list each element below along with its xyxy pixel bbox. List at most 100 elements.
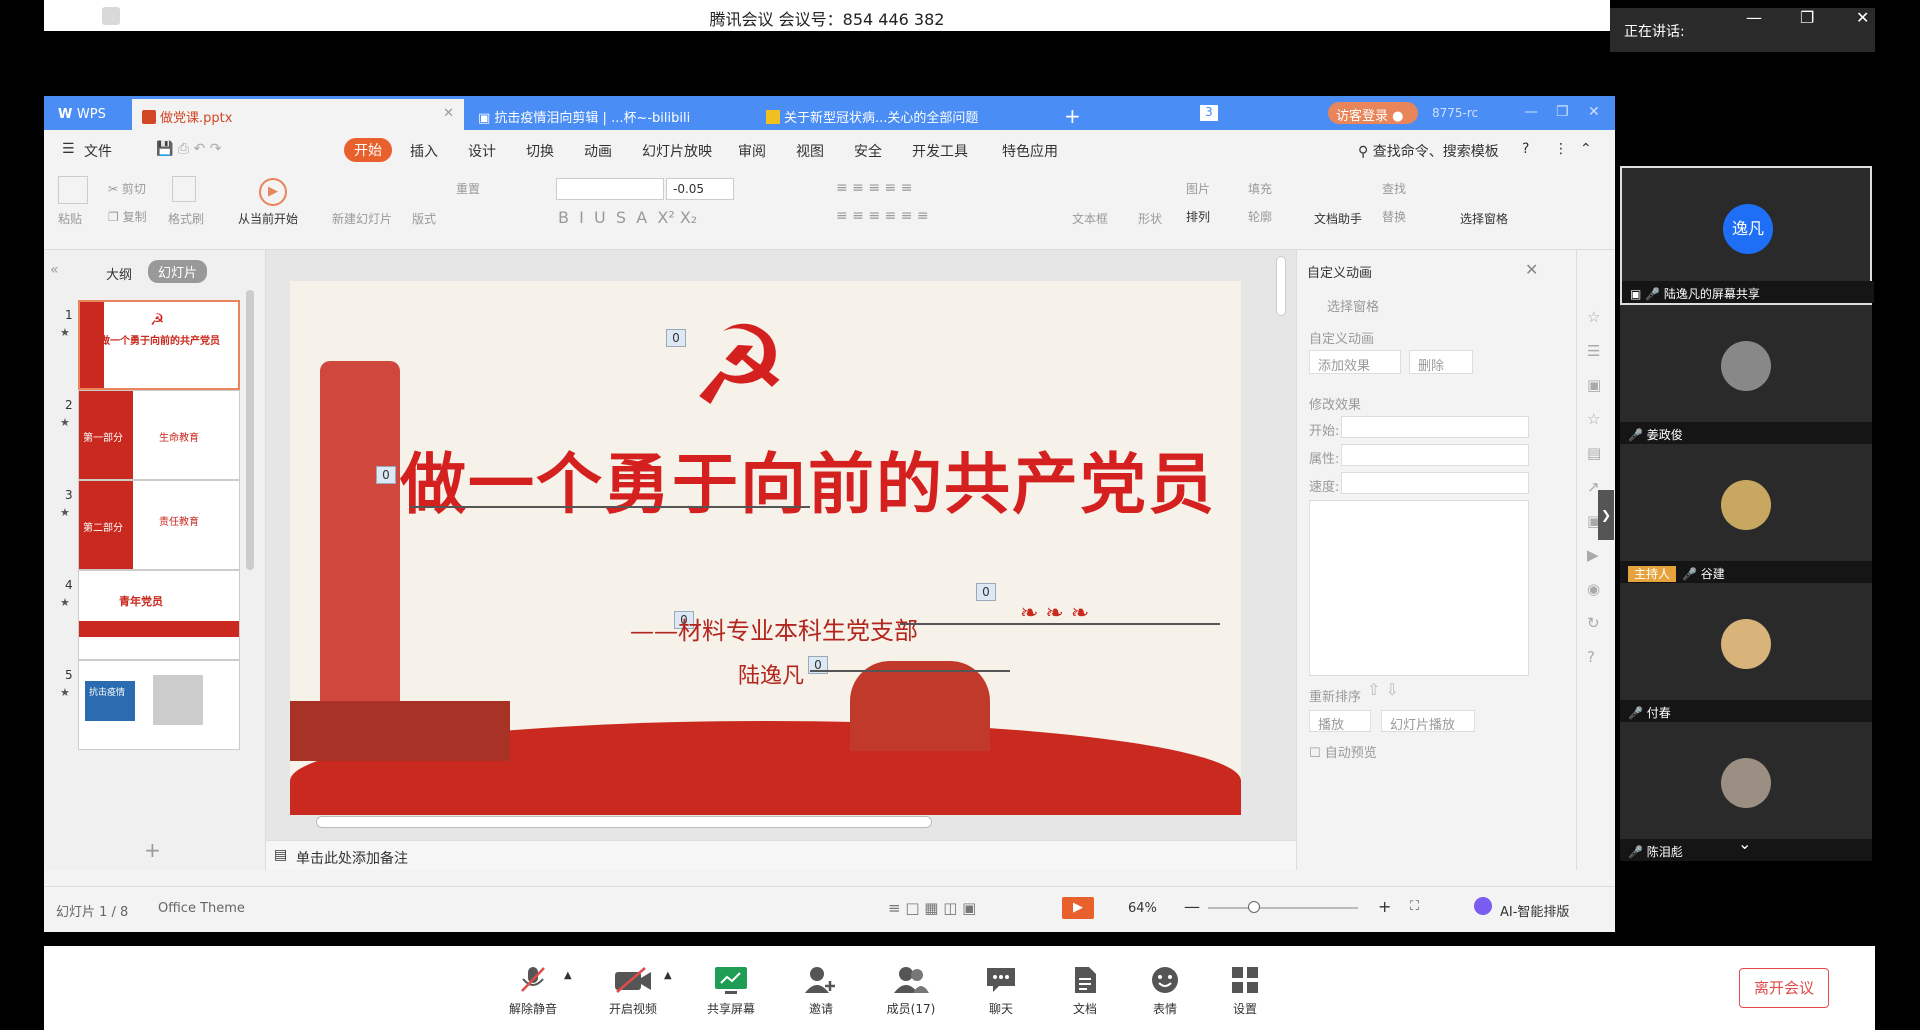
doc-helper-button[interactable]: 文档助手 bbox=[1314, 210, 1362, 227]
menu-view[interactable]: 视图 bbox=[796, 141, 824, 161]
add-tab-button[interactable]: + bbox=[1054, 96, 1091, 128]
add-slide-icon[interactable]: + bbox=[144, 838, 161, 862]
shape-button[interactable]: 形状 bbox=[1138, 210, 1162, 227]
tab-bilibili[interactable]: ▣ 抗击疫情泪向剪辑 | ...杯~-bilibili bbox=[468, 99, 752, 130]
vertical-scrollbar[interactable] bbox=[1276, 256, 1286, 316]
start-select[interactable] bbox=[1341, 416, 1529, 438]
zoom-out-icon[interactable]: — bbox=[1184, 897, 1200, 916]
leave-meeting-button[interactable]: 离开会议 bbox=[1739, 968, 1829, 1008]
align-buttons[interactable]: ≡ ≡ ≡ ≡ ≡ ≡ bbox=[836, 208, 929, 224]
menu-slideshow[interactable]: 幻灯片放映 bbox=[642, 141, 712, 161]
slide-thumbnail-1[interactable]: ☭ 做一个勇于向前的共产党员 bbox=[78, 300, 240, 390]
fill-button[interactable]: 填充 bbox=[1248, 180, 1272, 197]
replace-button[interactable]: 替换 bbox=[1382, 208, 1406, 225]
paste-icon[interactable] bbox=[58, 176, 88, 204]
menu-file[interactable]: 文件 bbox=[84, 141, 112, 161]
close-panel-icon[interactable]: ✕ bbox=[1525, 260, 1538, 279]
unmute-button[interactable]: 解除静音 bbox=[496, 964, 570, 1017]
thumbnail-scrollbar[interactable] bbox=[246, 290, 254, 570]
menu-transition[interactable]: 切换 bbox=[526, 141, 554, 161]
hamburger-icon[interactable]: ☰ bbox=[62, 141, 75, 157]
text-box-button[interactable]: 文本框 bbox=[1072, 210, 1108, 227]
tab-news[interactable]: 关于新型冠状病...关心的全部问题 bbox=[756, 99, 1046, 130]
paragraph-buttons[interactable]: ≡ ≡ ≡ ≡ ≡ bbox=[836, 180, 912, 196]
tab-wps-home[interactable]: W WPS bbox=[48, 99, 132, 130]
collapse-panel-icon[interactable]: « bbox=[50, 262, 59, 278]
copy-button[interactable]: ❐ 复制 bbox=[108, 208, 147, 225]
participant-card[interactable]: 🎤 陈泪彪 ⌄ bbox=[1620, 722, 1872, 861]
layout-button[interactable]: 版式 bbox=[412, 210, 436, 227]
zoom-slider-thumb[interactable] bbox=[1248, 901, 1260, 913]
quick-access-icons[interactable]: 💾 ⎙ ↶ ↷ bbox=[156, 141, 221, 157]
search-command[interactable]: ⚲ 查找命令、搜索模板 bbox=[1358, 141, 1499, 161]
settings-button[interactable]: 设置 bbox=[1208, 964, 1282, 1017]
view-mode-icons[interactable]: ≡ □ ▦ ◫ ▣ bbox=[888, 899, 976, 917]
scroll-down-icon[interactable]: ⌄ bbox=[1738, 834, 1751, 853]
participant-card[interactable]: 🎤 付春 bbox=[1620, 583, 1872, 722]
outline-button[interactable]: 轮廓 bbox=[1248, 208, 1272, 225]
slideshow-play-icon[interactable]: ▶ bbox=[1062, 897, 1094, 919]
more-icon[interactable]: ⋮ bbox=[1554, 141, 1568, 157]
menu-design[interactable]: 设计 bbox=[468, 141, 496, 161]
menu-review[interactable]: 审阅 bbox=[738, 141, 766, 161]
close-tab-icon[interactable]: ✕ bbox=[443, 106, 454, 121]
arrange-button[interactable]: 排列 bbox=[1186, 208, 1210, 225]
animation-order-tag[interactable]: 0 bbox=[666, 329, 686, 347]
animation-panel-header[interactable]: 自定义动画 bbox=[1307, 262, 1372, 281]
side-tool-icons[interactable]: ☆ ☰ ▣ ☆ ▤ ↗ ▣ ▶ ◉ ↻? bbox=[1587, 300, 1601, 674]
restore-icon[interactable]: ❐ bbox=[1800, 8, 1814, 27]
chevron-up-icon[interactable]: ▲ bbox=[564, 970, 572, 981]
close-icon[interactable]: ✕ bbox=[1856, 8, 1869, 27]
slide-thumbnail-5[interactable]: 抗击疫情 bbox=[78, 660, 240, 750]
move-up-icon[interactable]: ⇧ ⇩ bbox=[1367, 680, 1399, 699]
menu-insert[interactable]: 插入 bbox=[410, 141, 438, 161]
speed-select[interactable] bbox=[1341, 472, 1529, 494]
menu-features[interactable]: 特色应用 bbox=[1002, 141, 1058, 161]
slide-author[interactable]: 陆逸凡 bbox=[738, 658, 804, 690]
chevron-up-icon[interactable]: ▲ bbox=[664, 970, 672, 981]
participant-card[interactable]: 🎤 姜政俊 bbox=[1620, 305, 1872, 444]
animation-order-tag[interactable]: 0 bbox=[376, 466, 396, 484]
guest-login-button[interactable]: 访客登录 ● bbox=[1328, 102, 1418, 124]
cut-button[interactable]: ✂ 剪切 bbox=[108, 180, 146, 197]
help-icon[interactable]: ? bbox=[1522, 141, 1529, 157]
window-count-badge[interactable]: 3 bbox=[1200, 105, 1218, 121]
members-button[interactable]: 成员(17) bbox=[874, 964, 948, 1017]
slide-title[interactable]: 做一个勇于向前的共产党员 bbox=[400, 431, 1216, 527]
documents-button[interactable]: 文档 bbox=[1048, 964, 1122, 1017]
font-style-buttons[interactable]: B I U S A X² X₂ bbox=[558, 208, 697, 227]
font-name-select[interactable] bbox=[556, 178, 664, 200]
slide-canvas[interactable]: ☭ 0 0 0 0 0 做一个勇于向前的共产党员 ——材料专业本科生党支部 陆逸… bbox=[290, 281, 1241, 815]
menu-security[interactable]: 安全 bbox=[854, 141, 882, 161]
menu-developer[interactable]: 开发工具 bbox=[912, 141, 968, 161]
picture-button[interactable]: 图片 bbox=[1186, 180, 1210, 197]
delete-effect-button[interactable]: 删除 bbox=[1409, 350, 1473, 374]
notes-bar[interactable]: ▤ 单击此处添加备注 bbox=[266, 840, 1296, 870]
tab-pptx-document[interactable]: 做党课.pptx ✕ bbox=[132, 99, 464, 130]
font-size-select[interactable]: -0.05 bbox=[666, 178, 734, 200]
share-screen-button[interactable]: 共享屏幕 bbox=[694, 964, 768, 1017]
chat-button[interactable]: 聊天 bbox=[964, 964, 1038, 1017]
start-video-button[interactable]: 开启视频 bbox=[596, 964, 670, 1017]
property-select[interactable] bbox=[1341, 444, 1529, 466]
expand-panel-icon[interactable]: ❯ bbox=[1598, 490, 1614, 540]
participant-card[interactable]: 主持人 🎤 谷建 bbox=[1620, 444, 1872, 583]
slide-thumbnail-3[interactable]: 第二部分 责任教育 bbox=[78, 480, 240, 570]
ai-layout-button[interactable]: AI-智能排版 bbox=[1500, 901, 1569, 920]
menu-start[interactable]: 开始 bbox=[344, 138, 392, 162]
close-icon[interactable]: ✕ bbox=[1588, 104, 1600, 120]
tab-outline[interactable]: 大纲 bbox=[106, 264, 132, 283]
from-current-button[interactable]: 从当前开始 bbox=[238, 210, 298, 227]
animation-order-tag[interactable]: 0 bbox=[976, 583, 996, 601]
select-pane-button[interactable]: 选择窗格 bbox=[1460, 210, 1508, 227]
format-painter-button[interactable]: 格式刷 bbox=[168, 210, 204, 227]
invite-button[interactable]: 邀请 bbox=[784, 964, 858, 1017]
minimize-icon[interactable]: — bbox=[1746, 8, 1762, 27]
format-painter-icon[interactable] bbox=[172, 176, 196, 202]
auto-preview-checkbox[interactable]: ☐ 自动预览 bbox=[1309, 742, 1377, 761]
zoom-slider[interactable] bbox=[1208, 907, 1358, 909]
slide-subtitle[interactable]: ——材料专业本科生党支部 bbox=[630, 611, 918, 646]
reset-button[interactable]: 重置 bbox=[456, 180, 480, 197]
play-icon[interactable]: ▶ bbox=[259, 178, 287, 206]
fit-window-icon[interactable]: ⛶ bbox=[1410, 899, 1419, 914]
